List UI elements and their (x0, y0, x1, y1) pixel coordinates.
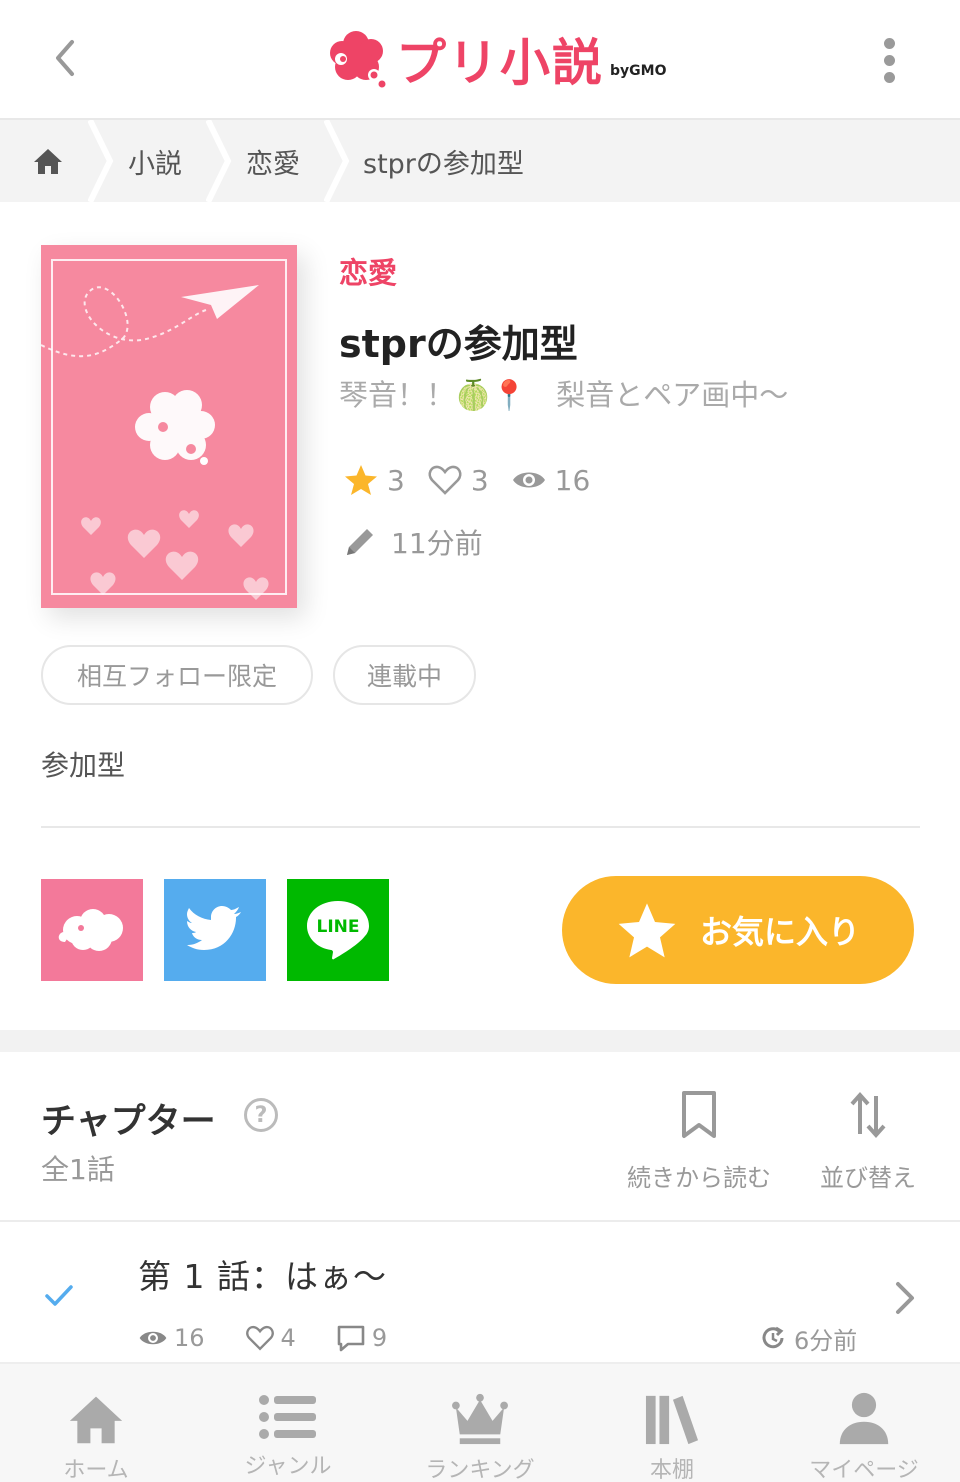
nav-ranking[interactable]: ランキング (384, 1364, 576, 1482)
sort-button[interactable]: 並び替え (816, 1090, 920, 1193)
favorite-label: お気に入り (699, 913, 860, 951)
bottom-navigation: ホーム ジャンル ランキング 本棚 マイページ (0, 1362, 960, 1482)
twitter-share-button[interactable] (164, 879, 266, 981)
chapter-stats: 16 4 9 (138, 1320, 427, 1356)
continue-reading-label: 続きから読む (627, 1164, 771, 1192)
sort-arrows-icon (850, 1091, 886, 1139)
bookmark-icon (682, 1091, 716, 1138)
heart-icon (245, 1325, 274, 1351)
favorite-button[interactable]: お気に入り (562, 876, 914, 984)
breadcrumb-separator (88, 120, 114, 202)
book-genre[interactable]: 恋愛 (339, 250, 397, 292)
logo-text: プリ小説 (396, 34, 604, 92)
home-icon (69, 1396, 123, 1444)
heart-icon (428, 465, 462, 495)
section-gap (0, 1030, 960, 1052)
chevron-left-icon (56, 40, 74, 76)
chapter-likes: 4 (280, 1324, 296, 1352)
home-icon (34, 149, 62, 174)
chapter-comments: 9 (371, 1324, 388, 1352)
line-share-button[interactable]: LINE (287, 879, 389, 981)
bookshelf-icon (645, 1395, 699, 1445)
continue-reading-button[interactable]: 続きから読む (622, 1090, 776, 1193)
app-logo[interactable]: プリ小説 byGMO (326, 26, 666, 92)
elephant-cloud-icon (58, 909, 123, 951)
book-cover[interactable] (41, 245, 297, 608)
tag-mutual-follow[interactable]: 相互フォロー限定 (41, 645, 313, 705)
star-icon (345, 465, 377, 495)
app-header: プリ小説 byGMO (0, 0, 960, 120)
help-icon[interactable]: ? (244, 1098, 278, 1132)
stars-count: 3 (387, 463, 405, 497)
updated-time: 11分前 (391, 527, 483, 560)
nav-bookshelf-label: 本棚 (649, 1458, 694, 1482)
logo-byline: byGMO (610, 63, 667, 79)
likes-count: 3 (470, 463, 489, 497)
chapters-count: 全1話 (41, 1153, 115, 1186)
book-stats: 3 3 16 (343, 458, 612, 502)
nav-genre[interactable]: ジャンル (192, 1364, 384, 1482)
book-title: stprの参加型 (339, 322, 578, 366)
check-icon (45, 1285, 73, 1306)
comment-icon (337, 1325, 365, 1352)
divider (41, 826, 920, 828)
breadcrumb-item-current: stprの参加型 (363, 148, 524, 180)
sort-label: 並び替え (820, 1164, 916, 1192)
nav-mypage[interactable]: マイページ (768, 1364, 960, 1482)
tag-serializing[interactable]: 連載中 (333, 645, 476, 705)
views-count: 16 (554, 463, 591, 497)
breadcrumb: 小説 恋愛 stprの参加型 (0, 120, 960, 202)
book-updated: 11分前 (343, 520, 483, 564)
nav-home-label: ホーム (63, 1458, 129, 1482)
nav-bookshelf[interactable]: 本棚 (576, 1364, 768, 1482)
eye-icon (512, 472, 545, 488)
pencil-icon (347, 529, 373, 555)
crown-icon (452, 1393, 508, 1445)
nav-mypage-label: マイページ (809, 1458, 919, 1482)
nav-genre-label: ジャンル (244, 1454, 332, 1479)
chapter-row[interactable]: 第 1 話：はぁ〜 16 4 9 6分前 (0, 1222, 960, 1362)
chapter-title: 第 1 話：はぁ〜 (138, 1257, 387, 1296)
back-button[interactable] (40, 30, 90, 86)
cloud-logo-icon (330, 31, 386, 88)
line-logo-text: LINE (316, 917, 360, 937)
chapter-updated: 6分前 (760, 1320, 857, 1356)
chapter-views: 16 (174, 1324, 205, 1352)
chevron-right-icon (896, 1282, 914, 1314)
nav-home[interactable]: ホーム (0, 1364, 192, 1482)
list-icon (259, 1395, 316, 1439)
book-author[interactable]: 琴音！！🍈📍 梨音とペア画中〜 (339, 372, 788, 414)
chapter-time: 6分前 (794, 1326, 858, 1355)
breadcrumb-separator (324, 120, 350, 202)
user-icon (839, 1392, 889, 1445)
cover-illustration (41, 285, 269, 600)
breadcrumb-item-romance[interactable]: 恋愛 (246, 120, 300, 202)
twitter-bird-icon (187, 906, 241, 950)
eye-icon (139, 1331, 167, 1345)
kebab-menu-button[interactable] (866, 30, 912, 90)
breadcrumb-item-novel[interactable]: 小説 (128, 120, 182, 202)
breadcrumb-separator (206, 120, 232, 202)
clock-refresh-icon (762, 1326, 784, 1349)
nav-ranking-label: ランキング (425, 1458, 535, 1482)
kebab-menu-icon (883, 37, 895, 49)
chapters-title: チャプター (41, 1102, 216, 1142)
book-description: 参加型 (41, 749, 126, 782)
prichat-share-button[interactable] (41, 879, 143, 981)
breadcrumb-home[interactable] (0, 120, 96, 202)
star-icon (618, 903, 676, 958)
